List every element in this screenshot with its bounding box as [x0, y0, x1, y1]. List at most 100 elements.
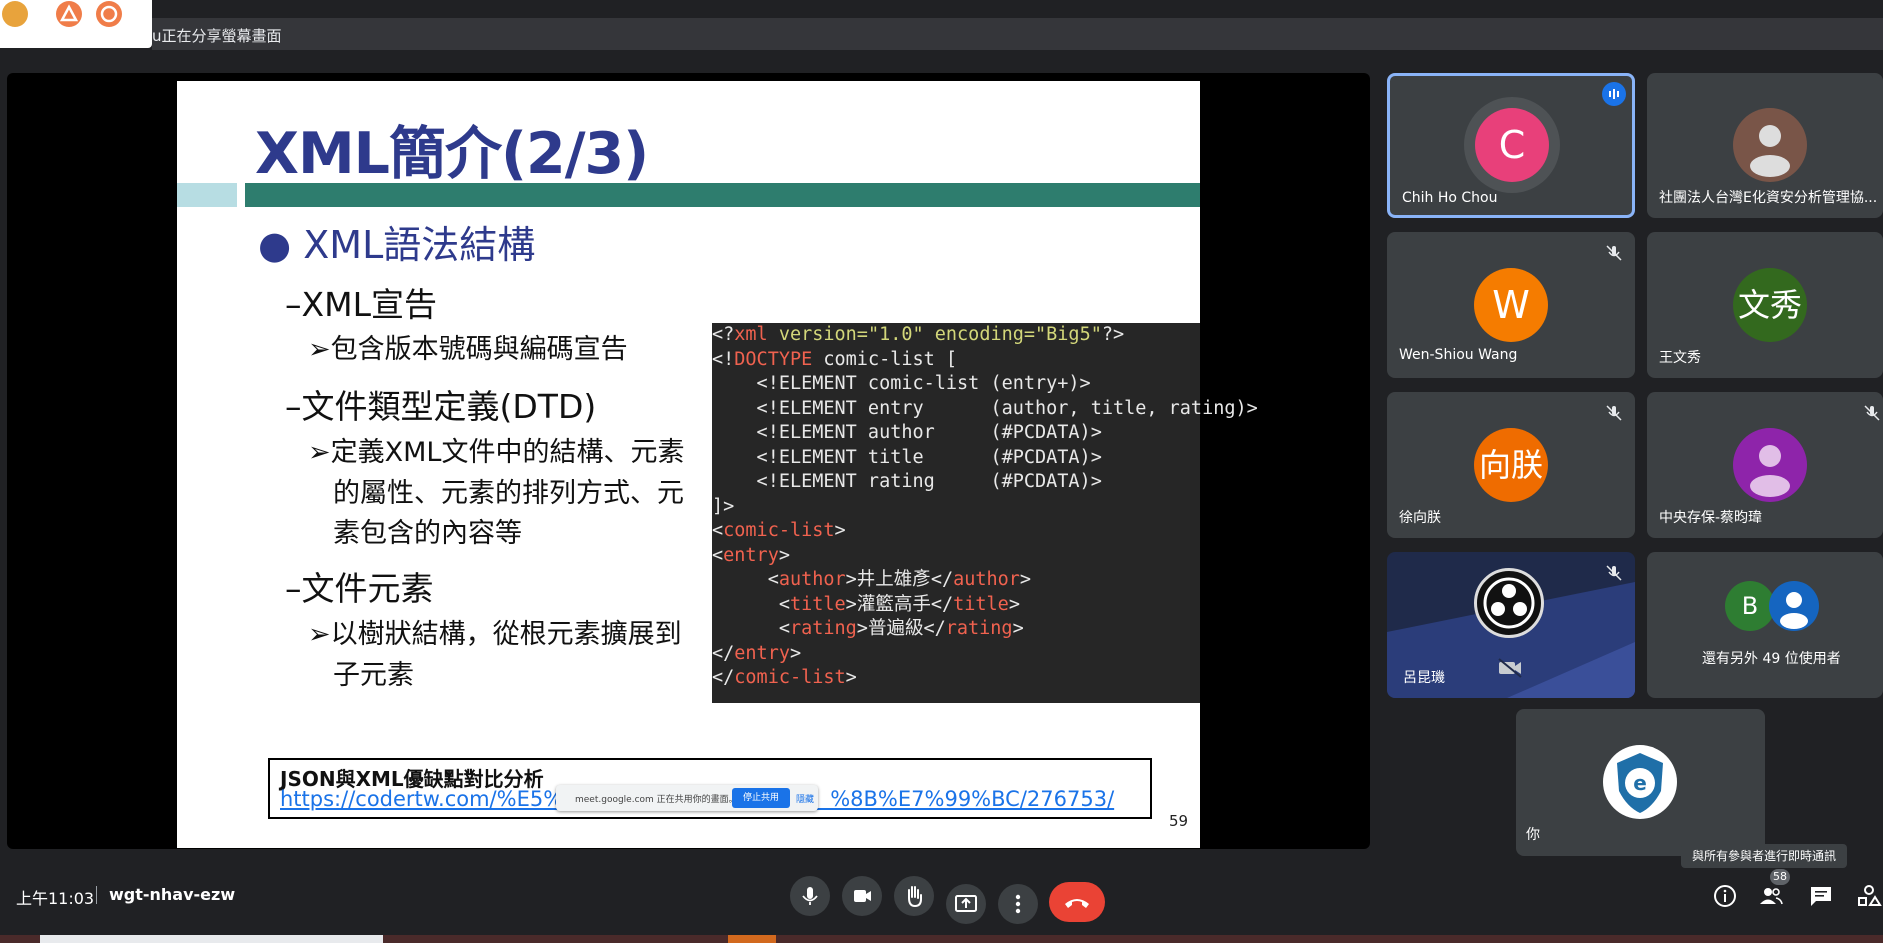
participant-tile[interactable]: 社團法人台灣E化資安分析管理協... [1647, 73, 1883, 218]
more-options-button[interactable] [998, 884, 1038, 924]
share-banner-text: u正在分享螢幕畫面 [152, 27, 282, 45]
code-line: <?xml version="1.0" encoding="Big5"?> [712, 324, 1125, 345]
participant-name: 呂昆璣 [1403, 670, 1445, 686]
code-line: <!ELEMENT rating (#PCDATA)> [712, 471, 1102, 492]
mic-icon [802, 887, 818, 905]
participant-name: 社團法人台灣E化資安分析管理協... [1659, 190, 1878, 206]
sub2-text: 文件類型定義(DTD) [301, 387, 597, 426]
self-tile[interactable]: e 你 [1516, 709, 1765, 856]
slide-sub3-point-line2: 子元素 [333, 660, 414, 691]
info-icon[interactable] [1712, 883, 1738, 909]
more-options-icon [1015, 894, 1021, 914]
avatar-person-icon [1769, 581, 1819, 631]
avatar: 文秀 [1733, 268, 1807, 342]
taskbar-item[interactable] [728, 935, 776, 943]
participant-tile[interactable]: 中央存保-蔡昀瑋 [1647, 392, 1883, 538]
participant-name: Chih Ho Chou [1402, 190, 1498, 206]
code-sample: <?xml version="1.0" encoding="Big5"?> <!D… [712, 323, 1258, 703]
slide-sub3-point: ➢以樹狀結構，從根元素擴展到 [308, 619, 682, 650]
chat-icon[interactable] [1808, 883, 1834, 909]
bullet-main-text: XML語法結構 [303, 223, 536, 267]
taskbar-item[interactable] [40, 935, 383, 943]
avatar: 向朕 [1474, 428, 1548, 502]
code-line: <!ELEMENT author (#PCDATA)> [712, 422, 1102, 443]
code-line: <rating>普遍級</rating> [712, 618, 1024, 639]
mic-off-icon [1606, 405, 1622, 421]
slide-bullet-main: ● XML語法結構 [258, 223, 536, 267]
code-line: <!ELEMENT comic-list (entry+)> [712, 373, 1091, 394]
code-line: ]> [712, 495, 735, 517]
slide-sub2: –文件類型定義(DTD) [285, 387, 597, 426]
avatar: W [1474, 268, 1548, 342]
raise-hand-icon [908, 886, 922, 908]
title-bar [245, 183, 1200, 207]
speaking-indicator-icon [1602, 82, 1626, 106]
camera-button[interactable] [842, 876, 882, 916]
avatar: B [1725, 581, 1775, 631]
participant-name: 徐向朕 [1399, 510, 1441, 526]
mic-off-icon [1606, 245, 1622, 261]
participant-name: 中央存保-蔡昀瑋 [1659, 510, 1763, 526]
participant-count-badge: 58 [1770, 869, 1790, 885]
divider [96, 886, 97, 904]
share-banner [152, 18, 1883, 50]
avatar-person-icon [1733, 428, 1807, 502]
code-line: <author>井上雄彥</author> [712, 569, 1032, 590]
end-call-button[interactable] [1049, 882, 1105, 922]
hide-notice-button[interactable]: 隱藏 [796, 792, 814, 805]
present-icon [955, 895, 977, 912]
code-line: <entry> [712, 544, 790, 566]
sub1-text: XML宣告 [301, 285, 437, 324]
participant-tile[interactable]: 文秀 王文秀 [1647, 232, 1883, 378]
participant-tile[interactable]: W Wen-Shiou Wang [1387, 232, 1635, 378]
end-call-icon [1065, 899, 1089, 908]
camera-off-icon [1498, 658, 1522, 678]
code-line: </comic-list> [712, 667, 857, 688]
mic-button[interactable] [790, 876, 830, 916]
code-line: <title>灌籃高手</title> [712, 593, 1020, 615]
stop-sharing-button[interactable]: 停止共用 [732, 788, 790, 808]
title-bar-accent [177, 183, 237, 207]
slide-sub3: –文件元素 [285, 569, 434, 608]
participant-tile[interactable]: C Chih Ho Chou [1387, 73, 1635, 218]
activities-icon[interactable] [1856, 883, 1882, 909]
participant-tile[interactable]: 向朕 徐向朕 [1387, 392, 1635, 538]
people-icon[interactable] [1758, 883, 1784, 909]
sub1-point-text: 包含版本號碼與編碼宣告 [330, 334, 628, 365]
more-participants-tile[interactable]: B 還有另外 49 位使用者 [1647, 552, 1883, 698]
extension-1-icon[interactable] [2, 1, 28, 27]
participant-tile[interactable]: 呂昆璣 [1387, 552, 1635, 698]
slide-sub2-point: ➢定義XML文件中的結構、元素 [308, 437, 685, 468]
meeting-clock: 上午11:03 [16, 889, 95, 908]
extension-2-icon[interactable] [56, 1, 82, 27]
extension-popup [0, 0, 152, 48]
camera-icon [854, 890, 871, 902]
mic-off-icon [1864, 405, 1880, 421]
more-participants-label: 還有另外 49 位使用者 [1702, 651, 1841, 667]
slide-page-number: 59 [1169, 812, 1189, 830]
code-line: <comic-list> [712, 520, 846, 541]
mic-off-icon [1606, 565, 1622, 581]
screen-share-notice-text: meet.google.com 正在共用你的畫面。 [575, 795, 738, 805]
present-button[interactable] [946, 884, 986, 924]
raise-hand-button[interactable] [894, 876, 934, 916]
sub2-point-line1: 定義XML文件中的結構、元素 [330, 437, 685, 468]
sub3-point-line1: 以樹狀結構，從根元素擴展到 [330, 619, 682, 650]
participant-name: 王文秀 [1659, 350, 1701, 366]
participant-name: 你 [1526, 827, 1540, 843]
slide-sub1-point: ➢包含版本號碼與編碼宣告 [308, 334, 628, 365]
extension-3-icon[interactable] [96, 1, 122, 27]
slide-sub2-point-line3: 素包含的內容等 [333, 518, 522, 549]
code-line: <!ELEMENT entry (author, title, rating)> [712, 397, 1258, 419]
window-top-strip [0, 0, 1883, 16]
sub3-text: 文件元素 [301, 569, 434, 608]
slide-sub1: –XML宣告 [285, 285, 437, 324]
avatar-person-icon [1733, 108, 1807, 182]
slide-sub2-point-line2: 的屬性、元素的排列方式、元 [333, 478, 684, 509]
obs-logo-icon [1474, 568, 1544, 638]
meeting-code: wgt-nhav-ezw [109, 885, 236, 904]
chat-tooltip: 與所有參與者進行即時通訊 [1681, 844, 1847, 868]
code-line: <!DOCTYPE comic-list [ [712, 348, 958, 370]
svg-text:e: e [1633, 771, 1647, 795]
code-line: <!ELEMENT title (#PCDATA)> [712, 446, 1102, 468]
